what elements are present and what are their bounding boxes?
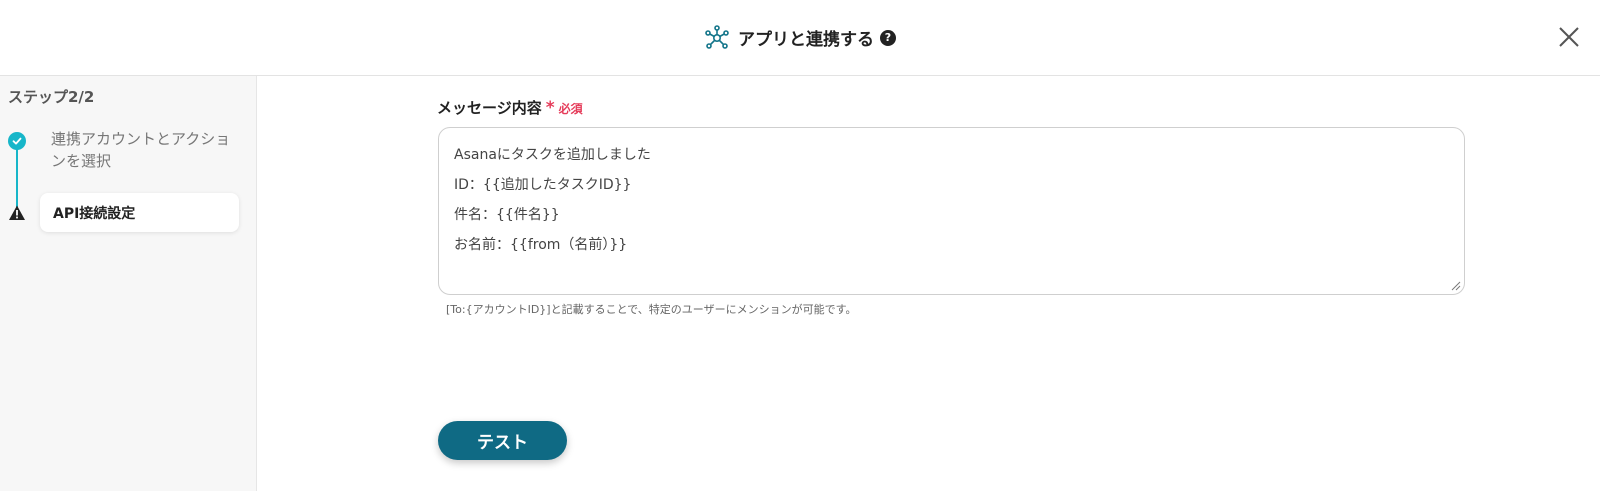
test-button[interactable]: テスト xyxy=(438,421,567,460)
message-label-text: メッセージ内容 xyxy=(437,99,542,117)
modal-header: アプリと連携する ? xyxy=(0,0,1600,76)
message-textarea[interactable]: Asanaにタスクを追加しました ID：{{追加したタスクID}} 件名：{{件… xyxy=(438,127,1465,295)
message-field-label: メッセージ内容 * 必須 xyxy=(437,97,583,118)
message-line: Asanaにタスクを追加しました xyxy=(454,147,651,163)
required-mark: * xyxy=(545,98,555,118)
mention-hint: [To:{アカウントID}]と記載することで、特定のユーザーにメンションが可能で… xyxy=(446,303,857,316)
resize-grip-icon[interactable] xyxy=(1451,281,1461,291)
step-count: ステップ2/2 xyxy=(8,88,95,106)
step-item-select-account[interactable]: 連携アカウントとアクションを選択 xyxy=(51,128,231,172)
step-item-api-settings[interactable]: API接続設定 xyxy=(40,193,239,232)
message-line: 件名：{{件名}} xyxy=(454,207,560,223)
modal-title-bar: アプリと連携する ? xyxy=(0,0,1600,75)
network-hub-icon xyxy=(705,24,729,49)
message-line: お名前：{{from（名前）}} xyxy=(454,237,628,253)
required-text: 必須 xyxy=(558,102,583,116)
modal-title: アプリと連携する xyxy=(738,30,874,50)
steps-sidebar: ステップ2/2 連携アカウントとアクションを選択 API接続設定 xyxy=(0,76,257,491)
message-line: ID：{{追加したタスクID}} xyxy=(454,177,632,193)
warning-triangle-icon xyxy=(9,205,25,220)
close-icon[interactable] xyxy=(1556,24,1582,50)
check-circle-icon xyxy=(8,132,26,150)
help-icon[interactable]: ? xyxy=(880,29,896,46)
